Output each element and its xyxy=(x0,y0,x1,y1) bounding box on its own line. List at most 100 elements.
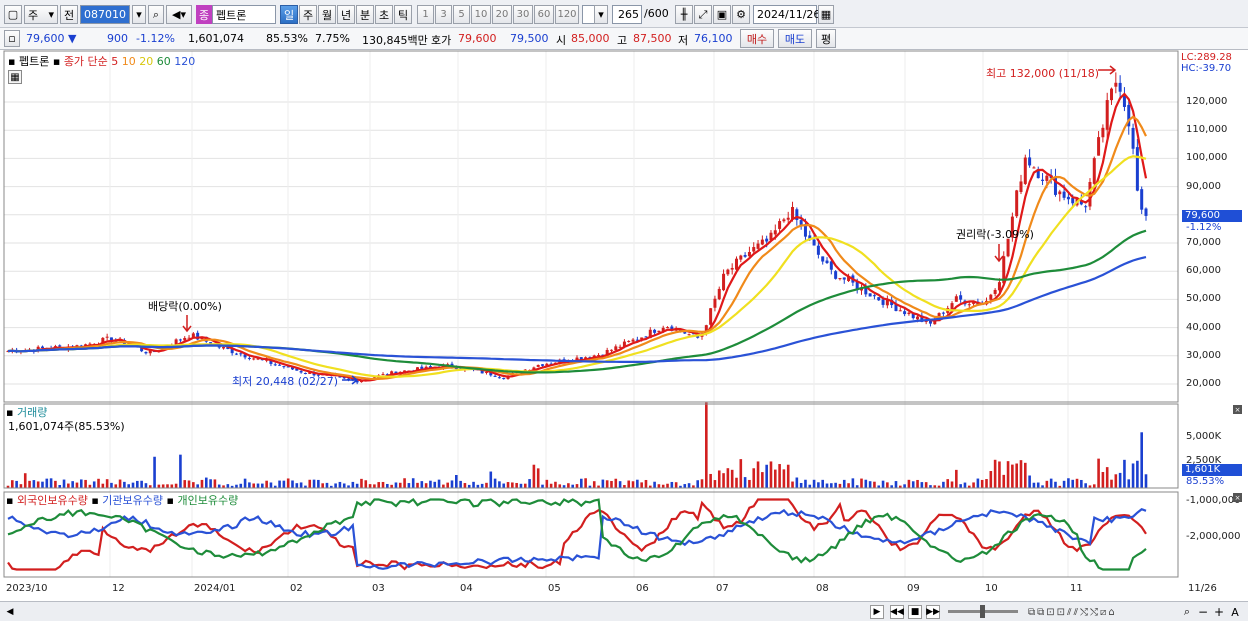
institution-holdings-legend[interactable]: 기관보유수량 xyxy=(102,494,163,507)
candle-body xyxy=(222,347,226,349)
draw-tool-icon[interactable]: ⤢ xyxy=(694,5,712,24)
close-icon[interactable]: × xyxy=(1233,493,1242,502)
volume-bar xyxy=(1071,479,1075,488)
font-size-icon[interactable]: A xyxy=(1228,605,1242,619)
zoom-out-icon[interactable]: ⌕ xyxy=(1180,605,1194,619)
chart-tools-icon[interactable]: ⧉⧉⊡⊡⫽⫽⤭⤭⧄⌂ xyxy=(1028,605,1168,619)
sell-button[interactable]: 매도 xyxy=(778,29,812,48)
minute-10-button[interactable]: 10 xyxy=(471,5,491,24)
data-count-input[interactable]: 265 xyxy=(612,5,642,24)
calendar-icon[interactable]: ▦ xyxy=(818,5,834,24)
volume-bar xyxy=(532,464,536,488)
prev-button[interactable]: 전 xyxy=(60,5,78,24)
stop-icon[interactable]: ■ xyxy=(908,605,922,619)
date-input[interactable]: 2024/11/26 xyxy=(753,5,820,24)
candle-type-icon[interactable]: ╫ xyxy=(675,5,693,24)
scroll-right-icon[interactable]: ▶ xyxy=(870,605,884,619)
volume-bar xyxy=(842,479,846,488)
search-icon[interactable]: ⌕ xyxy=(148,5,164,24)
minute-1-button[interactable]: 1 xyxy=(417,5,434,24)
volume-bar xyxy=(360,478,363,488)
volume-bar xyxy=(286,478,290,488)
period-year-button[interactable]: 년 xyxy=(337,5,355,24)
speaker-icon[interactable]: ◀▾ xyxy=(166,5,192,24)
volume-bar xyxy=(1011,464,1014,488)
legend-ma5: 5 xyxy=(111,55,119,68)
candle-body xyxy=(812,239,816,246)
eval-button[interactable]: 평 xyxy=(816,29,836,48)
volume-bar xyxy=(19,484,23,488)
table-icon[interactable]: ▦ xyxy=(8,70,22,84)
candle-body xyxy=(868,293,872,297)
zoom-slider-handle[interactable] xyxy=(980,605,985,618)
fast-forward-icon[interactable]: ▶▶ xyxy=(926,605,940,619)
volume-bar xyxy=(735,477,738,488)
volume-bar xyxy=(528,479,531,488)
period-day-button[interactable]: 일 xyxy=(280,5,298,24)
minute-120-button[interactable]: 120 xyxy=(555,5,579,24)
price-axis-label: 90,000 xyxy=(1186,180,1221,192)
volume-bar xyxy=(204,477,208,488)
volume-bar xyxy=(338,481,342,488)
candle-body xyxy=(928,320,932,324)
minute-3-button[interactable]: 3 xyxy=(435,5,452,24)
legend-ma60: 60 xyxy=(156,55,171,68)
candle-body xyxy=(1097,137,1101,156)
x-axis-label: 12 xyxy=(112,583,125,594)
volume-bar xyxy=(1136,460,1139,488)
candle-body xyxy=(234,353,238,355)
foreign-holdings-legend[interactable]: 외국인보유수량 xyxy=(17,494,88,507)
chart-canvas[interactable] xyxy=(0,50,1248,601)
chart-area[interactable]: ▪ 펩트론 ▪ 종가 단순 5 10 20 60 120 ▦ 최고 132,00… xyxy=(0,50,1248,621)
minus-icon[interactable]: − xyxy=(1196,605,1210,619)
volume-bar xyxy=(1062,480,1066,488)
candle-body xyxy=(877,297,881,301)
period-week-button[interactable]: 주 xyxy=(299,5,317,24)
period-month-button[interactable]: 월 xyxy=(318,5,336,24)
plus-icon[interactable]: + xyxy=(1212,605,1226,619)
volume-bar xyxy=(1024,462,1027,488)
code-dropdown-icon[interactable]: ▾ xyxy=(132,5,146,24)
volume-bar xyxy=(49,478,53,488)
volume-bar xyxy=(601,479,605,488)
layout-icon[interactable]: ▢ xyxy=(4,5,22,24)
minute-20-button[interactable]: 20 xyxy=(492,5,512,24)
rights-arrow-icon xyxy=(994,244,1004,263)
legend-bullet-icon: ▪ xyxy=(166,494,174,507)
candle-body xyxy=(782,219,786,222)
legend-stock-name[interactable]: 펩트론 xyxy=(19,55,49,68)
save-icon[interactable]: ▣ xyxy=(713,5,731,24)
stock-name-field[interactable]: 펩트론 xyxy=(212,5,276,24)
volume-bar xyxy=(450,480,454,488)
scroll-left-icon[interactable]: ◀ xyxy=(4,605,16,619)
buy-button[interactable]: 매수 xyxy=(740,29,774,48)
volume-bar xyxy=(463,483,467,488)
rewind-icon[interactable]: ◀◀ xyxy=(890,605,904,619)
volume-bar xyxy=(243,478,247,488)
minute-60-button[interactable]: 60 xyxy=(534,5,554,24)
period-second-button[interactable]: 초 xyxy=(375,5,393,24)
holdings-panel-title: ▪ 외국인보유수량 ▪ 기관보유수량 ▪ 개인보유수량 xyxy=(6,492,238,508)
volume-bar xyxy=(101,483,105,488)
stock-code-input[interactable]: 087010 xyxy=(80,5,130,24)
info-icon[interactable]: ▫ xyxy=(4,30,20,47)
volume-bar xyxy=(321,483,324,488)
volume-bar xyxy=(873,481,876,488)
period-minute-button[interactable]: 분 xyxy=(356,5,374,24)
legend-series-label[interactable]: 종가 단순 xyxy=(64,55,108,68)
candle-body xyxy=(997,282,1001,291)
dividend-annotation: 배당락(0.00%) xyxy=(148,300,222,313)
gear-icon[interactable]: ⚙ xyxy=(732,5,750,24)
market-type-select[interactable]: 주 ▾ xyxy=(24,5,58,24)
individual-holdings-legend[interactable]: 개인보유수량 xyxy=(177,494,238,507)
custom-period-dropdown-icon[interactable]: ▾ xyxy=(594,5,608,24)
high-price: 87,500 xyxy=(633,32,672,45)
period-tick-button[interactable]: 틱 xyxy=(394,5,412,24)
minute-5-button[interactable]: 5 xyxy=(453,5,470,24)
volume-bar xyxy=(976,478,980,488)
minute-30-button[interactable]: 30 xyxy=(513,5,533,24)
volume-bar xyxy=(502,483,506,488)
candle-body xyxy=(653,329,657,333)
close-icon[interactable]: × xyxy=(1233,405,1242,414)
volume-bar xyxy=(15,480,18,488)
